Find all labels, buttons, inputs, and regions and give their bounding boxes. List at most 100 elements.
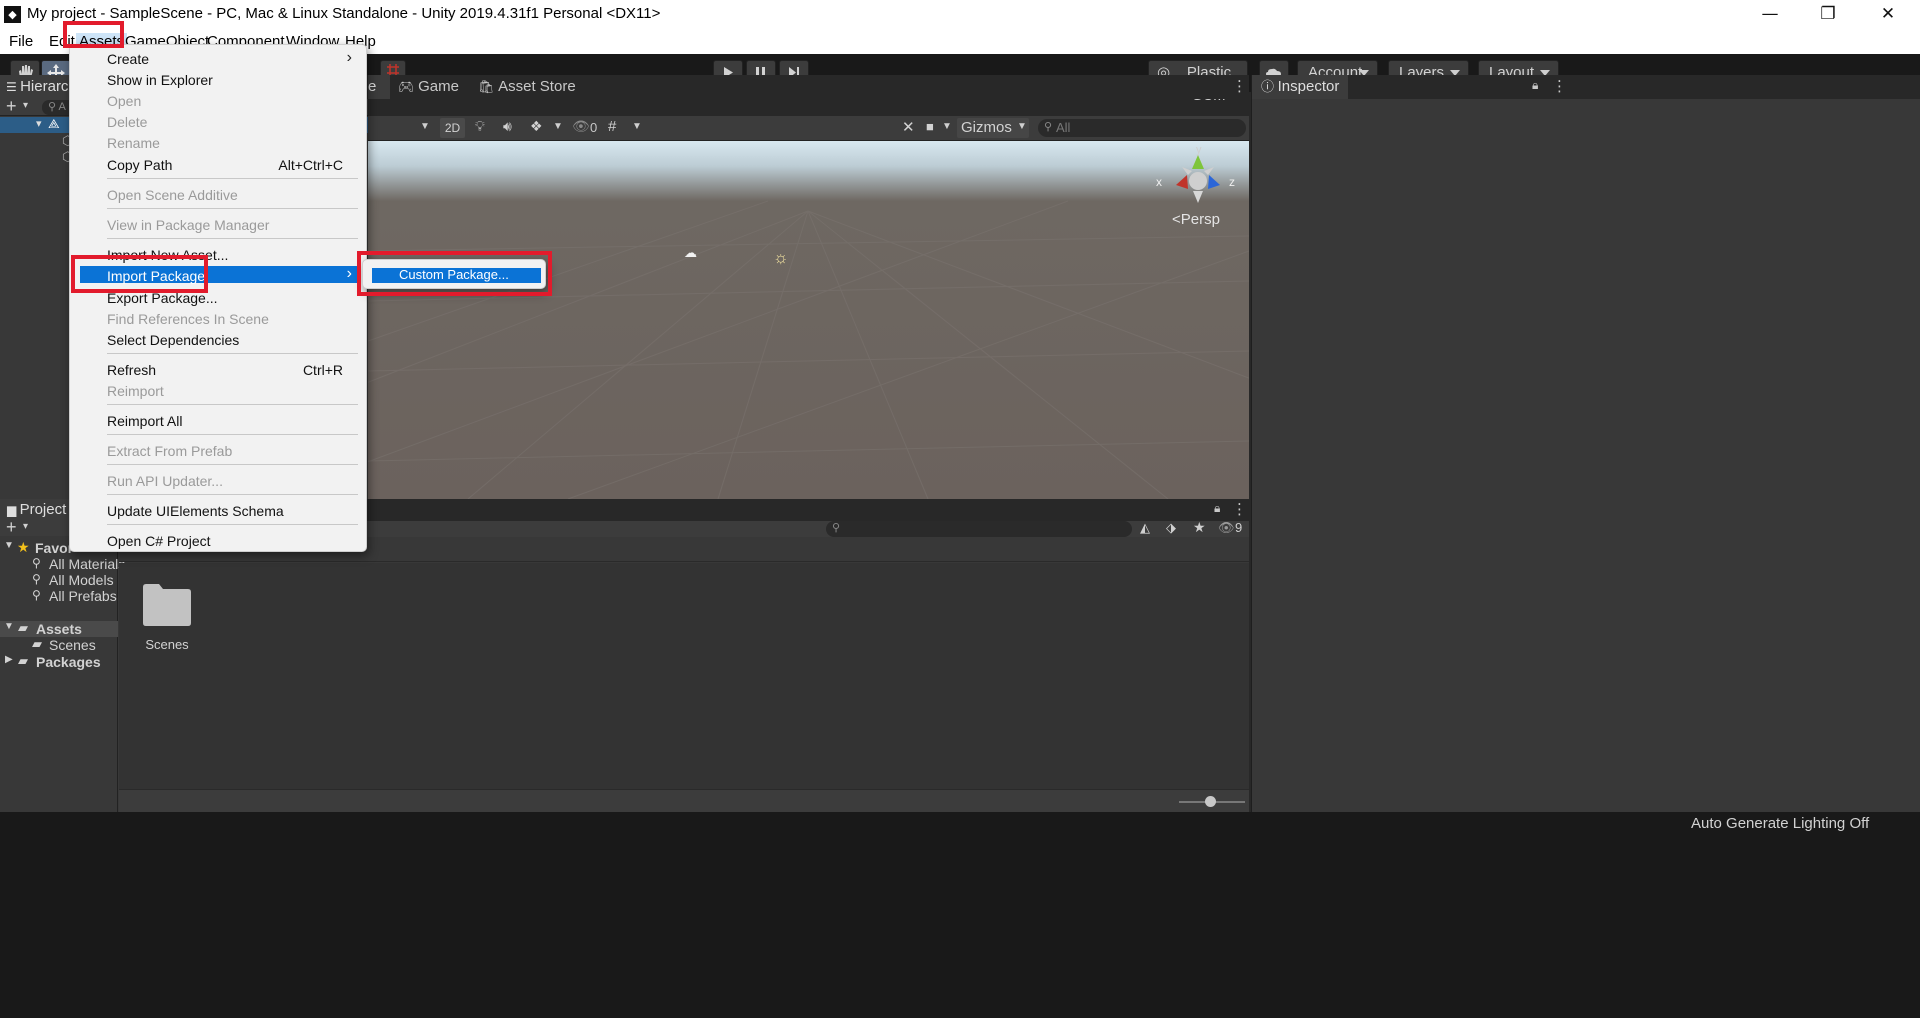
camera-icon[interactable]: ■ — [926, 119, 934, 134]
menu-file[interactable]: File — [9, 33, 33, 50]
tree-item-all-materials[interactable]: ⚲ All Materials — [0, 556, 125, 572]
scene-view[interactable]: ☁ ☼ y x z 🔒︎ <Persp — [368, 141, 1249, 499]
refresh-shortcut: Ctrl+R — [302, 362, 343, 378]
minimize-button[interactable]: — — [1742, 0, 1798, 29]
menu-item-update-uielements-schema[interactable]: Update UIElements Schema — [107, 503, 284, 519]
expand-arrow-icon[interactable]: ▼ — [4, 621, 14, 632]
import-package-submenu: Custom Package... — [362, 259, 546, 289]
tab-inspector[interactable]: ⓘ Inspector — [1252, 75, 1348, 99]
grid-dropdown-icon[interactable]: ▼ — [632, 121, 642, 132]
menu-item-create[interactable]: Create — [107, 51, 149, 67]
menu-item-import-new-asset[interactable]: Import New Asset... — [107, 247, 228, 263]
expand-arrow-icon[interactable]: ▼ — [4, 540, 14, 551]
gamepad-icon: 🎮︎ — [398, 79, 419, 94]
tree-item-scenes[interactable]: ▰ Scenes — [0, 636, 118, 653]
tools-icon[interactable]: ✕ — [902, 118, 915, 136]
star-icon: ★ — [17, 539, 30, 555]
search-icon: ⚲ — [32, 588, 41, 602]
audio-toggle-icon[interactable]: 🔊︎ — [503, 118, 512, 135]
menu-separator — [107, 353, 358, 354]
lock-icon[interactable]: 🔒︎ — [1214, 501, 1220, 516]
search-icon: ⚲ — [832, 522, 841, 534]
menu-item-custom-package[interactable]: Custom Package... — [399, 267, 509, 282]
add-icon[interactable]: + — [6, 517, 17, 538]
tree-item-label: All Prefabs — [49, 588, 117, 604]
tab-asset-store[interactable]: 🛍︎ Asset Store — [478, 75, 598, 99]
menu-separator — [107, 434, 358, 435]
shading-dropdown-icon[interactable]: ▼ — [420, 121, 430, 132]
filter-by-label-icon[interactable]: ⬗ — [1166, 520, 1176, 536]
tree-item-all-prefabs[interactable]: ⚲ All Prefabs — [0, 588, 118, 604]
add-icon[interactable]: + — [6, 96, 17, 117]
hidden-objects-icon[interactable]: 👁︎ — [572, 118, 590, 135]
grid-toggle-icon[interactable]: # — [608, 118, 616, 135]
unity-logo-icon: ◆ — [4, 6, 21, 23]
collapse-arrow-icon[interactable]: ▶ — [5, 654, 13, 665]
expand-arrow-icon[interactable]: ▾ — [36, 117, 42, 130]
gizmos-dropdown[interactable]: Gizmos ▼ — [957, 118, 1029, 138]
more-options-icon[interactable]: ⋮ — [1232, 500, 1247, 518]
lighting-toggle-icon[interactable]: 💡︎ — [475, 118, 485, 135]
persp-toggle[interactable]: <Persp — [1172, 211, 1220, 228]
tab-game[interactable]: 🎮︎ Game — [398, 75, 476, 99]
camera-dropdown-icon[interactable]: ▼ — [942, 121, 952, 132]
scene-search-input[interactable]: ⚲ All — [1038, 119, 1246, 137]
search-icon: ⚲ — [32, 572, 41, 586]
menu-separator — [107, 524, 358, 525]
more-options-icon[interactable]: ⋮ — [1552, 77, 1567, 95]
close-button[interactable]: ✕ — [1860, 0, 1916, 29]
menu-item-open-scene-additive: Open Scene Additive — [107, 187, 238, 203]
menu-item-open-csharp-project[interactable]: Open C# Project — [107, 533, 211, 549]
menu-item-copy-path[interactable]: Copy Path — [107, 157, 172, 173]
lock-icon[interactable]: 🔒︎ — [1227, 141, 1232, 144]
lock-icon[interactable]: 🔒︎ — [1532, 78, 1538, 93]
more-options-icon[interactable]: ⋮ — [1232, 77, 1247, 95]
inspector-tabstrip: ⓘ Inspector 🔒︎ ⋮ — [1252, 75, 1920, 99]
search-icon: ⚲ — [48, 101, 59, 113]
tab-scene[interactable]: e — [368, 75, 390, 99]
menu-item-show-in-explorer[interactable]: Show in Explorer — [107, 72, 213, 88]
menu-item-import-package[interactable]: Import Package — [107, 268, 205, 284]
mode-2d-toggle[interactable]: 2D — [440, 118, 465, 138]
tree-favorites-label: Favor — [35, 540, 74, 556]
filter-by-type-icon[interactable]: ◭ — [1140, 520, 1150, 536]
gizmos-dropdown-icon: ▼ — [1017, 121, 1027, 132]
asset-folder-scenes[interactable]: Scenes — [141, 581, 193, 652]
menu-item-select-dependencies[interactable]: Select Dependencies — [107, 332, 239, 348]
effects-dropdown-icon[interactable]: ▼ — [553, 121, 563, 132]
shopping-bag-icon: 🛍︎ — [478, 79, 499, 94]
favorite-star-icon[interactable]: ★ — [1193, 519, 1206, 536]
game-tab-label: Game — [418, 78, 459, 95]
tree-packages[interactable]: ▶ ▰ Packages — [0, 653, 118, 670]
tree-item-all-models[interactable]: ⚲ All Models — [0, 572, 118, 588]
tree-assets[interactable]: ▼ ▰ Assets — [0, 620, 118, 637]
menu-item-find-references: Find References In Scene — [107, 311, 269, 327]
project-search-input[interactable]: ⚲ — [826, 521, 1132, 537]
add-dropdown-icon[interactable]: ▾ — [23, 521, 28, 532]
info-icon: ⓘ — [1261, 79, 1278, 94]
submenu-arrow-icon: › — [346, 49, 352, 66]
persp-label: Persp — [1180, 211, 1220, 228]
menu-item-export-package[interactable]: Export Package... — [107, 290, 218, 306]
hidden-packages-icon[interactable]: 👁︎ — [1218, 520, 1235, 536]
camera-object-icon[interactable]: ☁ — [684, 245, 697, 261]
menu-separator — [107, 494, 358, 495]
project-assets-grid: Scenes — [119, 563, 1249, 789]
zoom-slider-handle[interactable] — [1205, 796, 1216, 807]
menu-separator — [107, 464, 358, 465]
folder-icon: ▰ — [32, 636, 42, 651]
light-object-icon[interactable]: ☼ — [773, 248, 789, 268]
asset-store-tab-label: Asset Store — [498, 78, 576, 95]
add-dropdown-icon[interactable]: ▾ — [23, 100, 28, 111]
gizmo-z-label: z — [1229, 175, 1235, 189]
menu-item-run-api-updater: Run API Updater... — [107, 473, 223, 489]
assets-menu: Create › Show in Explorer Open Delete Re… — [69, 44, 367, 552]
effects-toggle-icon[interactable]: ❖ — [530, 118, 543, 135]
restore-button[interactable]: ❐ — [1800, 0, 1856, 29]
scene-icon: ⟁ — [48, 116, 60, 131]
scene-grid — [368, 200, 1249, 499]
menu-item-refresh[interactable]: Refresh — [107, 362, 156, 378]
menu-item-extract-from-prefab: Extract From Prefab — [107, 443, 233, 459]
tree-item-label: All Materials — [49, 556, 126, 572]
menu-item-reimport-all[interactable]: Reimport All — [107, 413, 182, 429]
